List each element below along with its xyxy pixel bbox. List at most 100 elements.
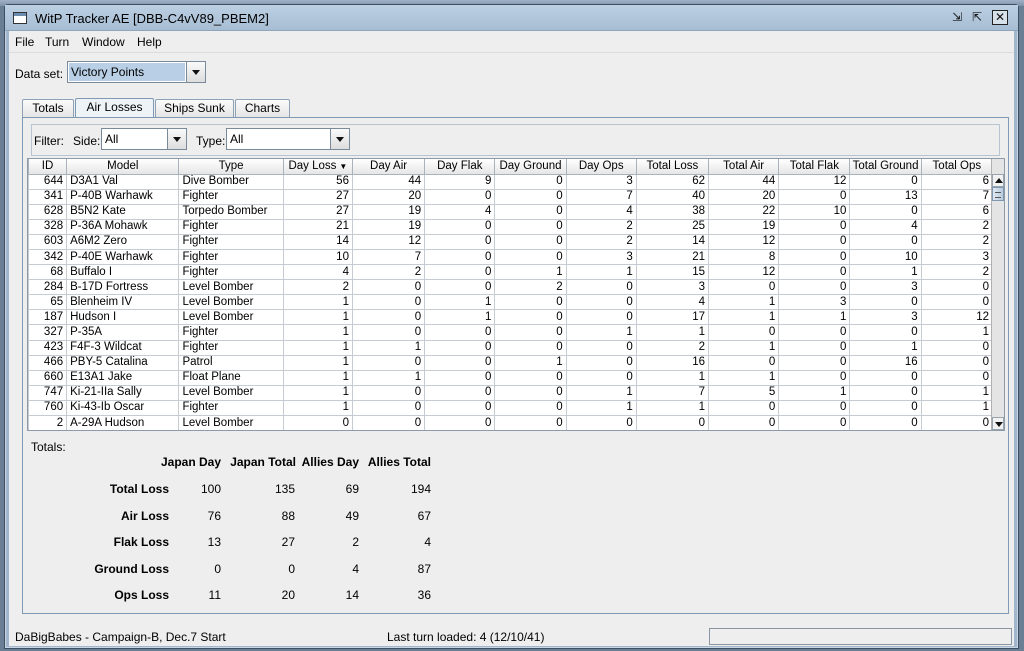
chevron-down-icon[interactable]	[167, 129, 186, 149]
table-cell[interactable]: 0	[778, 218, 851, 235]
table-cell[interactable]: 0	[351, 309, 426, 326]
table-cell[interactable]: 0	[849, 384, 922, 401]
table-cell[interactable]: 0	[565, 339, 637, 356]
table-cell[interactable]: 1	[565, 384, 637, 401]
table-cell[interactable]: 10	[849, 248, 922, 266]
table-cell[interactable]: 27	[282, 188, 353, 205]
table-cell[interactable]: 0	[565, 279, 637, 296]
table-cell[interactable]: 0	[849, 369, 922, 386]
table-cell[interactable]: 0	[424, 218, 496, 235]
table-cell[interactable]: 56	[282, 173, 353, 190]
table-cell[interactable]: 21	[635, 248, 710, 266]
table-row[interactable]: 603 A6M2 Zero Fighter 14 12 0 0 2 14 12 0 0 2	[28, 233, 994, 250]
table-cell[interactable]: 1	[635, 324, 710, 341]
table-cell[interactable]: E13A1 Jake	[66, 369, 180, 386]
table-cell[interactable]: 0	[708, 399, 780, 417]
table-cell[interactable]: Level Bomber	[178, 309, 284, 326]
table-row[interactable]: 65 Blenheim IV Level Bomber 1 0 1 0 0 4 1 3 0 0	[28, 294, 994, 311]
restore-icon[interactable]: ⇱	[969, 10, 985, 25]
table-cell[interactable]: 0	[494, 203, 567, 220]
table-cell[interactable]: 25	[635, 218, 710, 235]
table-cell[interactable]: 0	[849, 324, 922, 341]
table-row[interactable]: 760 Ki-43-Ib Oscar Fighter 1 0 0 0 1 1 0 0 0 1	[28, 399, 994, 417]
table-cell[interactable]: 16	[849, 354, 922, 371]
table-cell[interactable]: 0	[708, 414, 780, 430]
table-row[interactable]: 2 A-29A Hudson Level Bomber 0 0 0 0 0 0 0 0 0 0	[28, 414, 994, 430]
column-header[interactable]: Model	[66, 159, 180, 175]
table-cell[interactable]: 760	[28, 399, 68, 417]
table-cell[interactable]: 2	[920, 218, 994, 235]
table-cell[interactable]: 2	[282, 279, 353, 296]
table-cell[interactable]: 0	[635, 414, 710, 430]
table-cell[interactable]: 0	[778, 414, 851, 430]
table-cell[interactable]: 0	[351, 384, 426, 401]
table-cell[interactable]: 14	[635, 233, 710, 250]
chevron-down-icon[interactable]	[186, 62, 205, 82]
table-cell[interactable]: 0	[424, 233, 496, 250]
table-cell[interactable]: 0	[849, 294, 922, 311]
table-cell[interactable]: 284	[28, 279, 68, 296]
table-cell[interactable]: 0	[778, 279, 851, 296]
table-cell[interactable]: 7	[565, 188, 637, 205]
table-cell[interactable]: Float Plane	[178, 369, 284, 386]
table-row[interactable]: 628 B5N2 Kate Torpedo Bomber 27 19 4 0 4 38 22 10 0…	[28, 203, 994, 220]
table-cell[interactable]: 3	[635, 279, 710, 296]
table-cell[interactable]: 19	[351, 218, 426, 235]
table-cell[interactable]: Ki-21-IIa Sally	[66, 384, 180, 401]
menu-file[interactable]: File	[15, 35, 34, 49]
table-cell[interactable]: P-35A	[66, 324, 180, 341]
tab-ships-sunk[interactable]: Ships Sunk	[155, 99, 234, 118]
table-cell[interactable]: 747	[28, 384, 68, 401]
table-cell[interactable]: 328	[28, 218, 68, 235]
column-header[interactable]: Day Loss ▼	[282, 159, 353, 175]
table-cell[interactable]: 0	[351, 354, 426, 371]
table-cell[interactable]: 1	[708, 339, 780, 356]
scroll-up-icon[interactable]	[992, 174, 1004, 187]
table-cell[interactable]: 2	[920, 233, 994, 250]
scroll-down-icon[interactable]	[992, 417, 1004, 430]
table-row[interactable]: 328 P-36A Mohawk Fighter 21 19 0 0 2 25 19 0 4 2	[28, 218, 994, 235]
table-cell[interactable]: 0	[282, 414, 353, 430]
table-cell[interactable]: 0	[494, 294, 567, 311]
table-cell[interactable]: 7	[920, 188, 994, 205]
table-cell[interactable]: 1	[635, 399, 710, 417]
table-cell[interactable]: 0	[424, 354, 496, 371]
table-cell[interactable]: 1	[778, 309, 851, 326]
table-cell[interactable]: 0	[778, 324, 851, 341]
tab-charts[interactable]: Charts	[235, 99, 290, 118]
table-cell[interactable]: 12	[708, 233, 780, 250]
menu-window[interactable]: Window	[82, 35, 125, 49]
table-cell[interactable]: 0	[565, 414, 637, 430]
table-cell[interactable]: 1	[282, 294, 353, 311]
table-cell[interactable]: Torpedo Bomber	[178, 203, 284, 220]
table-cell[interactable]: 1	[282, 399, 353, 417]
table-cell[interactable]: 1	[282, 354, 353, 371]
table-cell[interactable]: 22	[708, 203, 780, 220]
table-cell[interactable]: 15	[635, 264, 710, 281]
table-cell[interactable]: 1	[778, 384, 851, 401]
minimize-icon[interactable]: ⇲	[949, 10, 965, 25]
table-cell[interactable]: 187	[28, 309, 68, 326]
table-cell[interactable]: A6M2 Zero	[66, 233, 180, 250]
table-cell[interactable]: 4	[282, 264, 353, 281]
table-cell[interactable]: Hudson I	[66, 309, 180, 326]
table-cell[interactable]: Buffalo I	[66, 264, 180, 281]
table-cell[interactable]: 10	[282, 248, 353, 266]
menu-turn[interactable]: Turn	[45, 35, 69, 49]
table-cell[interactable]: 0	[778, 188, 851, 205]
table-cell[interactable]: 44	[351, 173, 426, 190]
table-cell[interactable]: 0	[494, 233, 567, 250]
table-cell[interactable]: 4	[565, 203, 637, 220]
close-icon[interactable]: ✕	[992, 10, 1008, 25]
table-cell[interactable]: 1	[282, 309, 353, 326]
table-cell[interactable]: 0	[424, 248, 496, 266]
table-cell[interactable]: 2	[920, 264, 994, 281]
column-header[interactable]: Day Ops	[565, 159, 637, 175]
table-cell[interactable]: 1	[565, 324, 637, 341]
table-cell[interactable]: 65	[28, 294, 68, 311]
table-row[interactable]: 68 Buffalo I Fighter 4 2 0 1 1 15 12 0 1 2	[28, 264, 994, 281]
table-cell[interactable]: 0	[351, 324, 426, 341]
table-cell[interactable]: 44	[708, 173, 780, 190]
table-cell[interactable]: Fighter	[178, 188, 284, 205]
table-row[interactable]: 342 P-40E Warhawk Fighter 10 7 0 0 3 21 8 0 10 3	[28, 248, 994, 266]
